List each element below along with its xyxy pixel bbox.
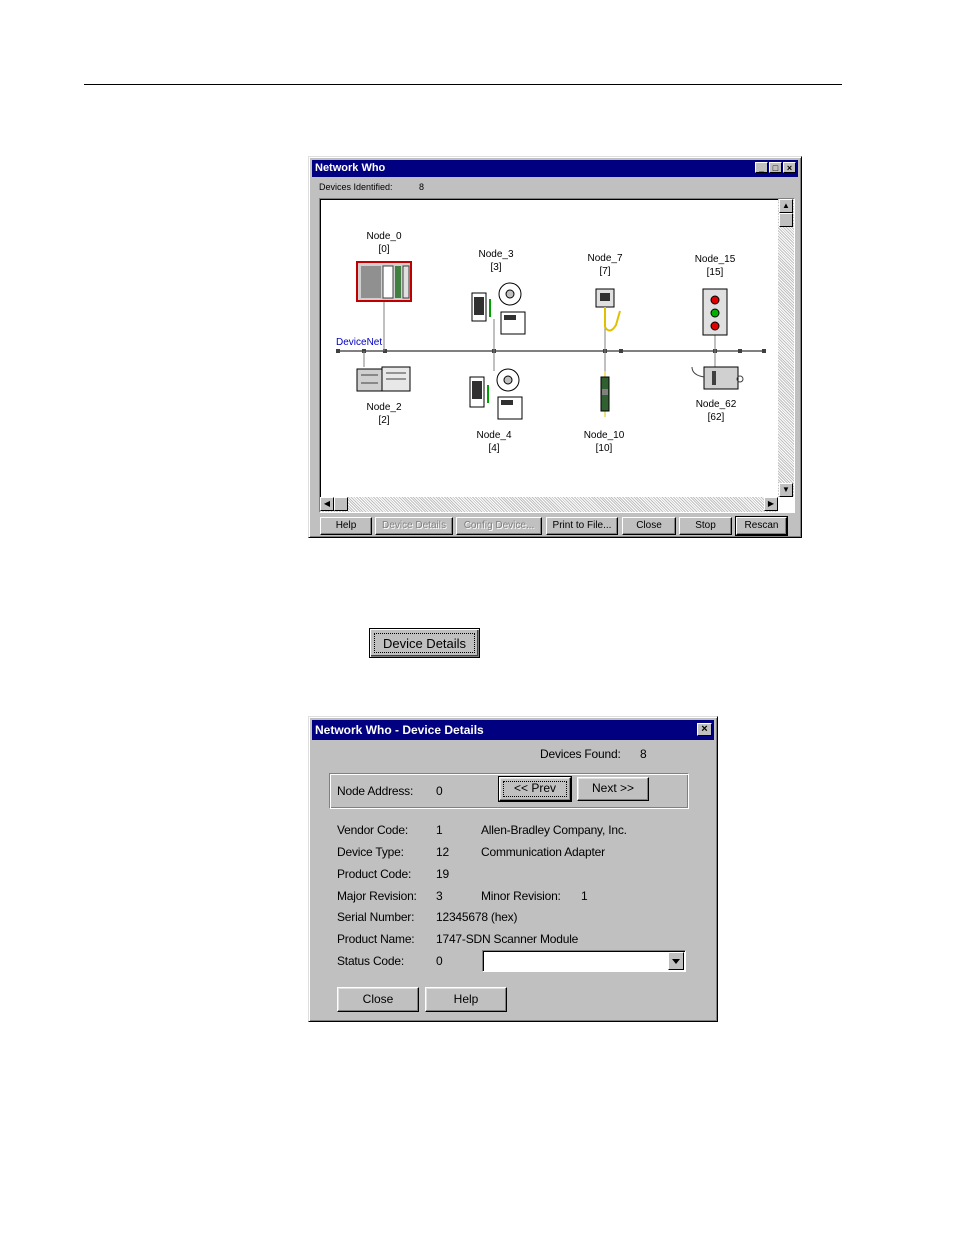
minor-revision-value: 1 [581, 889, 588, 903]
serial-number-label: Serial Number: [337, 910, 415, 924]
dialog-close-button[interactable]: Close [337, 987, 419, 1012]
prev-button[interactable]: << Prev [498, 776, 572, 802]
device-details-button-example[interactable]: Device Details [369, 628, 480, 658]
node10-name: Node_10 [583, 430, 625, 441]
product-code-label: Product Code: [337, 867, 412, 881]
device-type-label: Device Type: [337, 845, 404, 859]
node0-name: Node_0 [366, 231, 402, 242]
product-name-value: 1747-SDN Scanner Module [436, 932, 579, 946]
node62-address: [62] [707, 412, 725, 423]
vertical-scrollbar[interactable] [778, 199, 794, 497]
node62-device-icon [691, 366, 744, 390]
vendor-code-label: Vendor Code: [337, 823, 408, 837]
stop-button[interactable]: Stop [679, 517, 732, 535]
vendor-name: Allen-Bradley Company, Inc. [481, 823, 627, 837]
product-code-value: 19 [436, 867, 449, 881]
node4-address: [4] [488, 443, 500, 454]
vertical-scroll-thumb[interactable] [779, 213, 793, 227]
dialog-help-button[interactable]: Help [425, 987, 507, 1012]
node15-device-icon [702, 288, 728, 336]
minor-revision-label: Minor Revision: [481, 889, 561, 903]
close-icon[interactable]: × [783, 162, 796, 173]
next-button[interactable]: Next >> [577, 777, 649, 801]
dialog-title: Network Who - Device Details [315, 723, 484, 737]
dialog-help-label: Help [453, 992, 479, 1006]
window-title: Network Who [315, 162, 386, 174]
network-canvas[interactable]: DeviceNet Node_0 [0] Node_3 [3] Node_7 [… [319, 198, 795, 513]
device-type-name: Communication Adapter [481, 845, 605, 859]
prev-button-label: << Prev [513, 781, 557, 795]
chevron-down-icon [672, 959, 680, 964]
node2-device-icon [356, 366, 411, 392]
scroll-up-icon[interactable]: ▲ [779, 199, 793, 213]
page-top-rule [84, 84, 842, 85]
scroll-down-icon[interactable]: ▼ [779, 483, 793, 497]
dialog-close-label: Close [362, 992, 394, 1006]
network-who-window: Network Who _ □ × Devices Identified: 8 [308, 156, 802, 538]
config-device-button[interactable]: Config Device... [456, 517, 542, 535]
node0-device-icon [356, 261, 412, 302]
device-details-dialog: Network Who - Device Details × Devices F… [308, 716, 718, 1022]
node15-name: Node_15 [694, 254, 736, 265]
minimize-icon[interactable]: _ [755, 162, 768, 173]
node15-address: [15] [706, 267, 724, 278]
status-code-dropdown[interactable] [482, 950, 686, 972]
horizontal-scroll-thumb[interactable] [334, 497, 348, 511]
node4-device-icon [469, 368, 523, 420]
scroll-left-icon[interactable]: ◀ [320, 497, 334, 511]
node-address-value: 0 [436, 784, 443, 798]
node-address-label: Node Address: [337, 784, 414, 798]
scroll-right-icon[interactable]: ▶ [764, 497, 778, 511]
node4-name: Node_4 [476, 430, 512, 441]
network-who-titlebar[interactable]: Network Who _ □ × [312, 160, 798, 177]
vendor-code-value: 1 [436, 823, 443, 837]
devices-identified-label: Devices Identified: [319, 182, 393, 192]
product-name-label: Product Name: [337, 932, 415, 946]
major-revision-value: 3 [436, 889, 443, 903]
close-button[interactable]: Close [622, 517, 676, 535]
close-icon[interactable]: × [697, 723, 712, 736]
node7-device-icon [595, 288, 621, 332]
maximize-icon[interactable]: □ [769, 162, 782, 173]
devices-found-label: Devices Found: [540, 747, 621, 761]
print-to-file-button[interactable]: Print to File... [546, 517, 618, 535]
node10-device-icon [600, 371, 610, 417]
node7-name: Node_7 [587, 253, 623, 264]
node0-address: [0] [378, 244, 390, 255]
horizontal-scrollbar[interactable] [320, 497, 778, 512]
node3-name: Node_3 [478, 249, 514, 260]
status-code-label: Status Code: [337, 954, 404, 968]
rescan-button[interactable]: Rescan [735, 516, 788, 536]
device-type-value: 12 [436, 845, 449, 859]
device-details-titlebar[interactable]: Network Who - Device Details × [312, 720, 714, 740]
node3-device-icon [471, 282, 526, 335]
device-details-button-label: Device Details [382, 636, 467, 651]
devices-identified-value: 8 [419, 182, 425, 192]
node62-name: Node_62 [695, 399, 737, 410]
node7-address: [7] [599, 266, 611, 277]
devicenet-label: DeviceNet [336, 337, 383, 348]
node2-address: [2] [378, 415, 390, 426]
devices-found-value: 8 [640, 747, 647, 761]
node2-name: Node_2 [366, 402, 402, 413]
node3-address: [3] [490, 262, 502, 273]
serial-number-value: 12345678 (hex) [436, 910, 518, 924]
node10-address: [10] [595, 443, 613, 454]
dropdown-arrow-button[interactable] [668, 952, 684, 970]
next-button-label: Next >> [591, 781, 635, 795]
device-details-button[interactable]: Device Details [375, 517, 453, 535]
help-button[interactable]: Help [320, 517, 372, 535]
major-revision-label: Major Revision: [337, 889, 417, 903]
status-code-value: 0 [436, 954, 443, 968]
